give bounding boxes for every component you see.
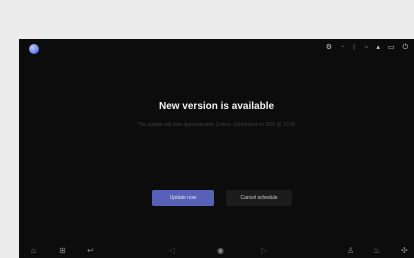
apps-icon[interactable]: ⊞ bbox=[59, 246, 66, 256]
temperature-icon[interactable]: ♨ bbox=[373, 246, 380, 256]
app-logo-icon bbox=[29, 44, 39, 54]
settings-icon[interactable]: ⚙ bbox=[326, 44, 332, 52]
status-bar: ⚙ ◔ ᛒ ≈ ▴ ▭ ⏻ bbox=[19, 39, 414, 59]
power-icon[interactable]: ⏻ bbox=[402, 44, 408, 52]
user-icon[interactable]: ♙ bbox=[347, 246, 354, 256]
battery-icon: ▭ bbox=[387, 44, 395, 51]
signal-icon: ▴ bbox=[376, 44, 380, 51]
mic-icon[interactable]: ◉ bbox=[217, 246, 224, 256]
nav-bar: ⌂ ⊞ ↩ ◁ ◉ ▷ ♙ ♨ ✣ bbox=[19, 244, 414, 258]
home-icon[interactable]: ⌂ bbox=[31, 246, 36, 256]
wifi-icon: ≈ bbox=[364, 44, 369, 51]
status-icons: ⚙ ◔ ᛒ ≈ ▴ ▭ ⏻ bbox=[326, 44, 408, 52]
back-icon[interactable]: ↩ bbox=[87, 246, 94, 256]
fan-icon[interactable]: ✣ bbox=[401, 246, 408, 256]
bluetooth-icon: ᛒ bbox=[352, 44, 357, 51]
device-screen: ⚙ ◔ ᛒ ≈ ▴ ▭ ⏻ New version is available T… bbox=[19, 39, 414, 258]
alarm-icon: ◔ bbox=[340, 44, 345, 51]
dialog-title: New version is available bbox=[158, 101, 275, 112]
cancel-schedule-button[interactable]: Cancel schedule bbox=[226, 190, 292, 206]
dialog-subtitle: The update will take approximately 3 min… bbox=[137, 122, 296, 128]
music-icon[interactable]: ▷ bbox=[261, 246, 267, 256]
media-icon[interactable]: ◁ bbox=[169, 246, 175, 256]
update-now-button[interactable]: Update now bbox=[152, 190, 214, 206]
